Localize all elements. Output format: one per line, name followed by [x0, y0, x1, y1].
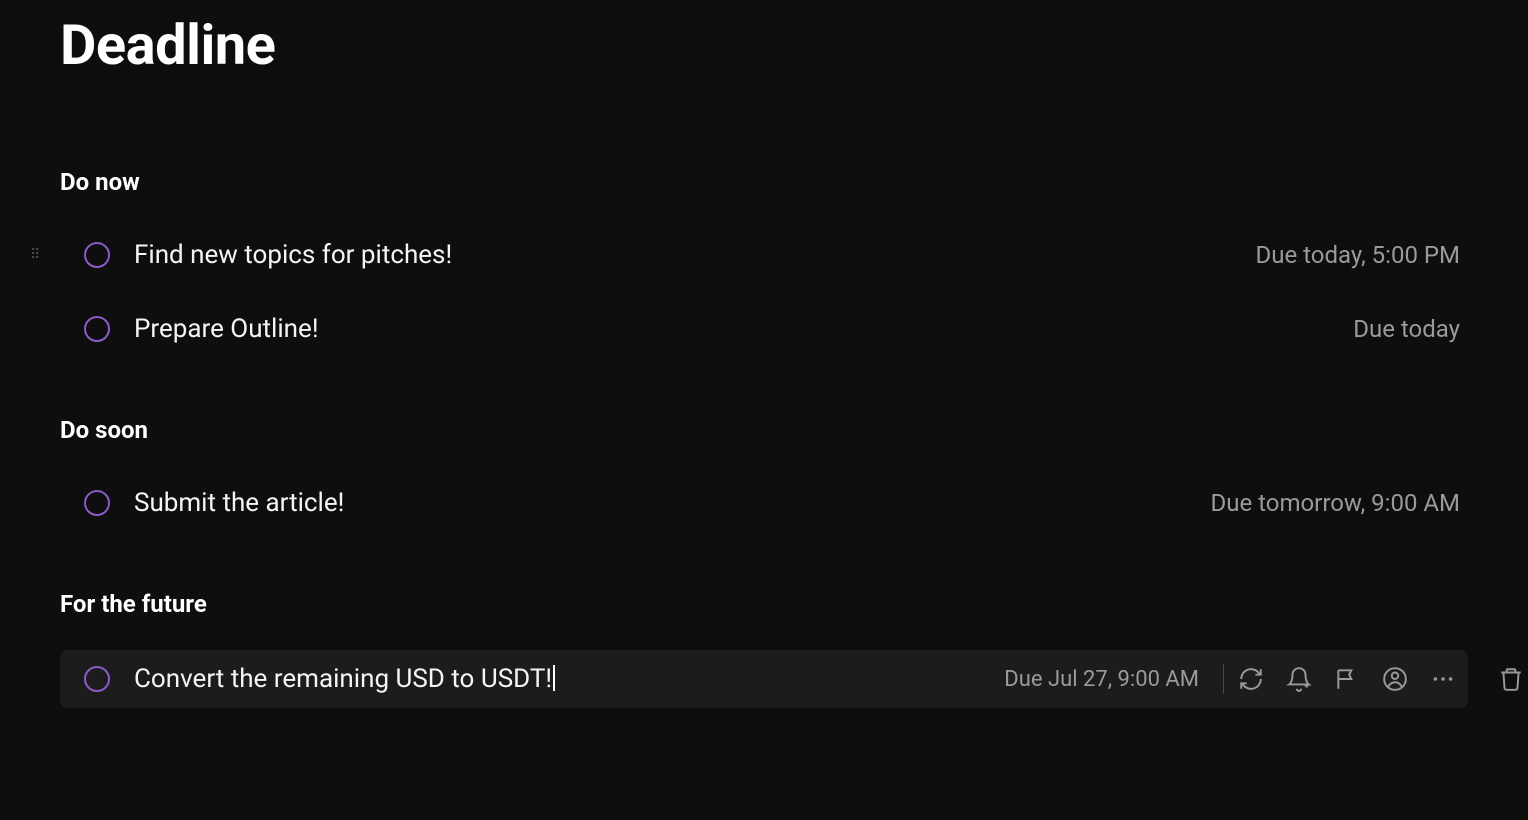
section-heading: Do now: [60, 168, 1468, 196]
task-title[interactable]: Prepare Outline!: [134, 314, 1353, 344]
flag-icon[interactable]: [1334, 666, 1360, 692]
person-circle-icon[interactable]: [1382, 666, 1408, 692]
section-heading: For the future: [60, 590, 1468, 618]
task-due: Due today, 5:00 PM: [1256, 241, 1460, 269]
task-row-editing[interactable]: Convert the remaining USD to USDT! Due J…: [60, 650, 1468, 708]
task-action-icons: [1238, 666, 1456, 692]
page-title: Deadline: [60, 12, 1468, 78]
task-title[interactable]: Find new topics for pitches!: [134, 240, 1256, 270]
task-title[interactable]: Submit the article!: [134, 488, 1210, 518]
more-icon[interactable]: [1430, 666, 1456, 692]
task-checkbox[interactable]: [84, 666, 110, 692]
text-cursor: [553, 665, 555, 691]
task-due[interactable]: Due Jul 27, 9:00 AM: [1004, 667, 1199, 692]
section-for-the-future: For the future Convert the remaining USD…: [60, 590, 1468, 708]
repeat-icon[interactable]: [1238, 666, 1264, 692]
section-do-soon: Do soon Submit the article! Due tomorrow…: [60, 416, 1468, 530]
task-row[interactable]: ⠿ Find new topics for pitches! Due today…: [60, 228, 1468, 282]
vertical-divider: [1223, 664, 1224, 694]
task-title-input[interactable]: Convert the remaining USD to USDT!: [134, 664, 1004, 694]
task-checkbox[interactable]: [84, 316, 110, 342]
task-row[interactable]: Submit the article! Due tomorrow, 9:00 A…: [60, 476, 1468, 530]
task-checkbox[interactable]: [84, 490, 110, 516]
section-do-now: Do now ⠿ Find new topics for pitches! Du…: [60, 168, 1468, 356]
trash-icon[interactable]: [1498, 666, 1524, 692]
task-checkbox[interactable]: [84, 242, 110, 268]
page-root: Deadline Do now ⠿ Find new topics for pi…: [0, 12, 1528, 820]
task-row[interactable]: Prepare Outline! Due today: [60, 302, 1468, 356]
task-title-text: Convert the remaining USD to USDT!: [134, 664, 552, 694]
task-due: Due today: [1353, 315, 1460, 343]
task-due: Due tomorrow, 9:00 AM: [1210, 489, 1460, 517]
section-heading: Do soon: [60, 416, 1468, 444]
bell-plus-icon[interactable]: [1286, 666, 1312, 692]
drag-handle-icon[interactable]: ⠿: [30, 252, 43, 258]
